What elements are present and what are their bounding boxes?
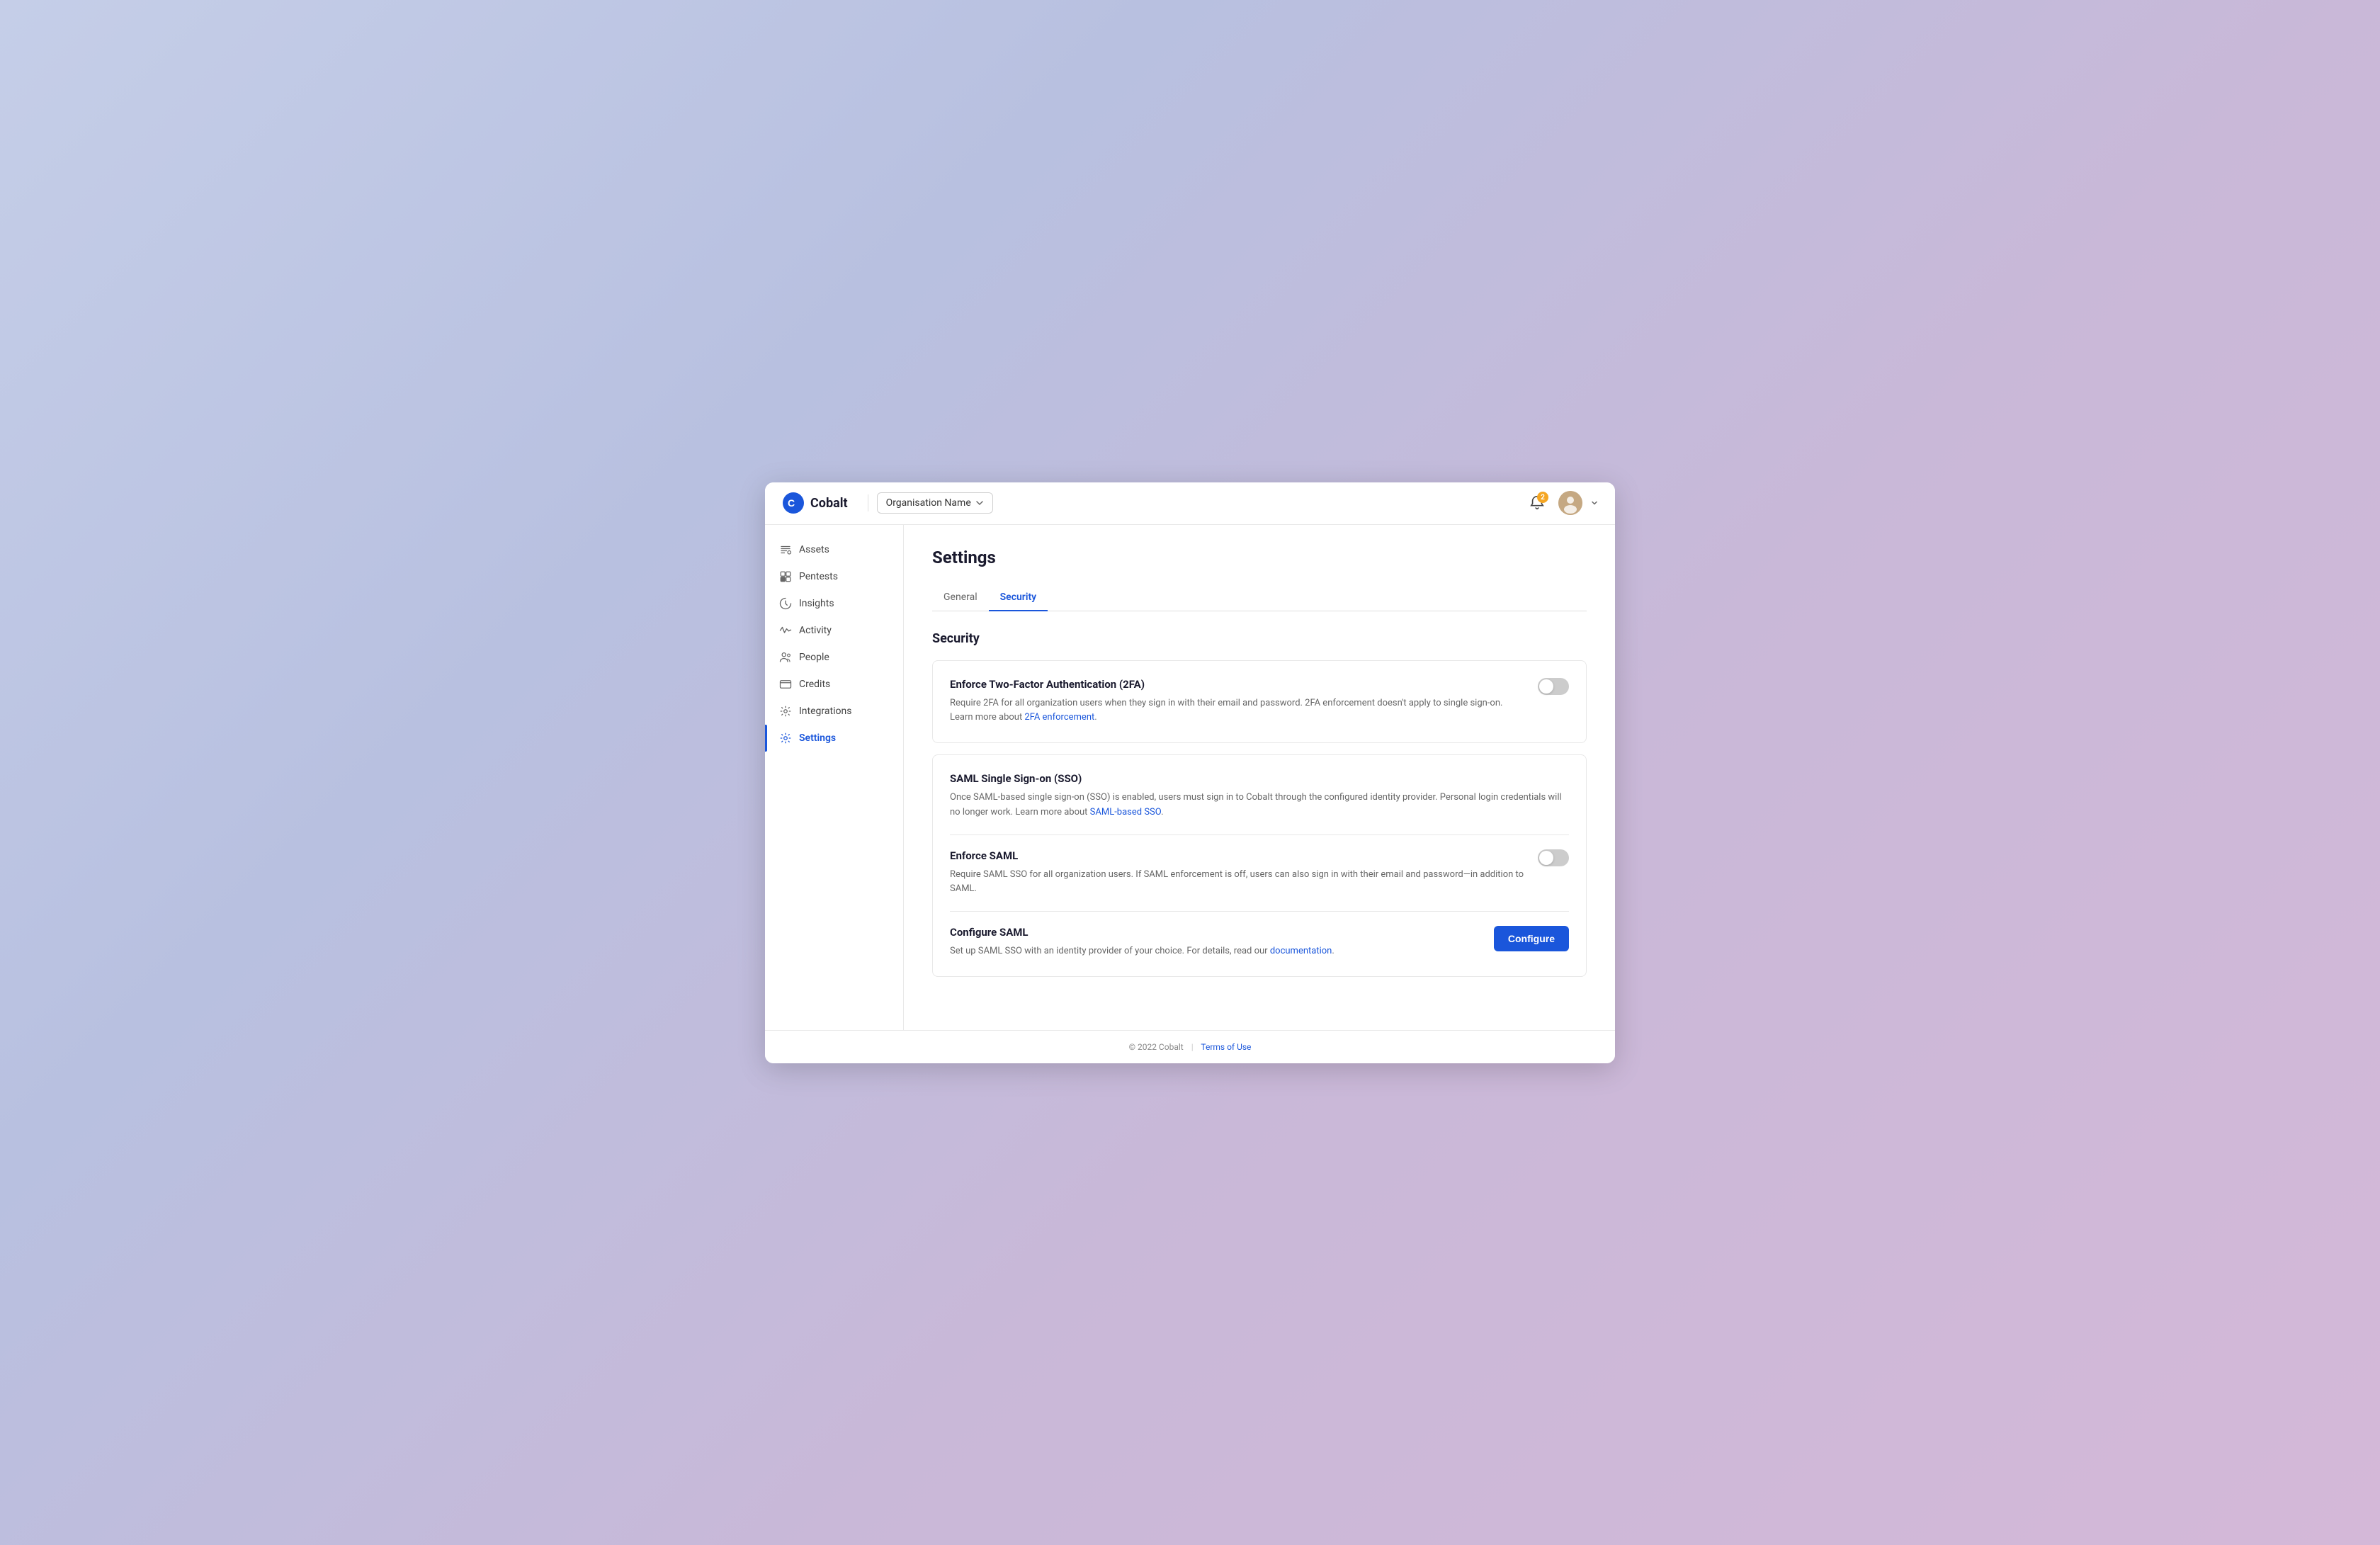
- activity-icon: [779, 624, 792, 637]
- sidebar-item-credits[interactable]: Credits: [765, 671, 903, 698]
- settings-icon: [779, 732, 792, 745]
- configure-saml-desc-end: .: [1332, 946, 1334, 956]
- tab-security[interactable]: Security: [989, 584, 1048, 611]
- saml-title: SAML Single Sign-on (SSO): [950, 772, 1569, 785]
- integrations-icon: [779, 705, 792, 718]
- sidebar-item-people[interactable]: People: [765, 644, 903, 671]
- tab-general[interactable]: General: [932, 584, 989, 611]
- logo-text: Cobalt: [810, 496, 848, 511]
- sidebar-item-integrations[interactable]: Integrations: [765, 698, 903, 725]
- saml-intro-desc-end: .: [1161, 807, 1163, 817]
- sidebar-item-activity[interactable]: Activity: [765, 617, 903, 644]
- cobalt-logo-icon: C: [782, 492, 805, 514]
- enforce-saml-title: Enforce SAML: [950, 849, 1526, 862]
- insights-icon: [779, 597, 792, 610]
- enforce-saml-toggle-container: [1538, 849, 1569, 866]
- pentests-icon: [779, 570, 792, 583]
- twofa-card: Enforce Two-Factor Authentication (2FA) …: [932, 660, 1587, 744]
- enforce-saml-toggle[interactable]: [1538, 849, 1569, 866]
- org-name: Organisation Name: [886, 497, 971, 509]
- sidebar-label-assets: Assets: [799, 544, 829, 555]
- configure-saml-row: Configure SAML Set up SAML SSO with an i…: [950, 911, 1569, 959]
- twofa-link[interactable]: 2FA enforcement: [1024, 712, 1094, 723]
- twofa-desc: Require 2FA for all organization users w…: [950, 696, 1526, 726]
- configure-saml-link[interactable]: documentation: [1270, 946, 1332, 956]
- sidebar: Assets Pentests: [765, 525, 904, 1030]
- main-content: Settings General Security Security Enfor…: [904, 525, 1615, 1030]
- sidebar-label-insights: Insights: [799, 598, 834, 609]
- configure-saml-desc: Set up SAML SSO with an identity provide…: [950, 944, 1483, 959]
- people-icon: [779, 651, 792, 664]
- avatar[interactable]: [1558, 491, 1582, 515]
- configure-saml-title: Configure SAML: [950, 926, 1483, 939]
- enforce-saml-row: Enforce SAML Require SAML SSO for all or…: [950, 834, 1569, 898]
- footer-separator: |: [1191, 1042, 1194, 1052]
- layout: Assets Pentests: [765, 525, 1615, 1030]
- notification-button[interactable]: 2: [1524, 490, 1550, 516]
- saml-intro-desc: Once SAML-based single sign-on (SSO) is …: [950, 791, 1569, 820]
- saml-sso-link[interactable]: SAML-based SSO: [1090, 807, 1161, 817]
- sidebar-label-people: People: [799, 652, 829, 663]
- sidebar-item-insights[interactable]: Insights: [765, 590, 903, 617]
- saml-intro-desc-text: Once SAML-based single sign-on (SSO) is …: [950, 792, 1562, 817]
- configure-saml-desc-text: Set up SAML SSO with an identity provide…: [950, 946, 1270, 956]
- sidebar-item-settings[interactable]: Settings: [765, 725, 903, 752]
- topnav-right: 2: [1524, 490, 1598, 516]
- logo[interactable]: C Cobalt: [782, 492, 848, 514]
- credits-icon: [779, 678, 792, 691]
- enforce-saml-desc: Require SAML SSO for all organization us…: [950, 868, 1526, 898]
- avatar-chevron-icon: [1591, 499, 1598, 506]
- sidebar-label-integrations: Integrations: [799, 706, 851, 717]
- sidebar-label-activity: Activity: [799, 625, 832, 636]
- configure-button[interactable]: Configure: [1494, 926, 1569, 951]
- avatar-image: [1558, 491, 1582, 515]
- assets-icon: [779, 543, 792, 556]
- notification-badge: 2: [1537, 492, 1548, 503]
- sidebar-item-pentests[interactable]: Pentests: [765, 563, 903, 590]
- footer: © 2022 Cobalt | Terms of Use: [765, 1030, 1615, 1063]
- sidebar-label-pentests: Pentests: [799, 571, 838, 582]
- saml-card: SAML Single Sign-on (SSO) Once SAML-base…: [932, 754, 1587, 977]
- configure-saml-content: Configure SAML Set up SAML SSO with an i…: [950, 926, 1483, 959]
- twofa-desc-end: .: [1094, 712, 1096, 723]
- configure-button-container: Configure: [1494, 926, 1569, 951]
- twofa-toggle[interactable]: [1538, 678, 1569, 695]
- svg-text:C: C: [788, 497, 795, 509]
- twofa-toggle-container: [1538, 678, 1569, 695]
- chevron-down-icon: [975, 499, 984, 507]
- twofa-content: Enforce Two-Factor Authentication (2FA) …: [950, 678, 1526, 726]
- org-selector[interactable]: Organisation Name: [877, 492, 993, 514]
- twofa-title: Enforce Two-Factor Authentication (2FA): [950, 678, 1526, 691]
- sidebar-label-credits: Credits: [799, 679, 830, 690]
- page-title: Settings: [932, 548, 1587, 567]
- section-title: Security: [932, 631, 1587, 646]
- sidebar-item-assets[interactable]: Assets: [765, 536, 903, 563]
- terms-of-use-link[interactable]: Terms of Use: [1201, 1042, 1251, 1052]
- tab-bar: General Security: [932, 584, 1587, 611]
- enforce-saml-content: Enforce SAML Require SAML SSO for all or…: [950, 849, 1526, 898]
- copyright-text: © 2022 Cobalt: [1129, 1042, 1184, 1052]
- topnav: C Cobalt Organisation Name 2: [765, 482, 1615, 525]
- sidebar-label-settings: Settings: [799, 732, 836, 744]
